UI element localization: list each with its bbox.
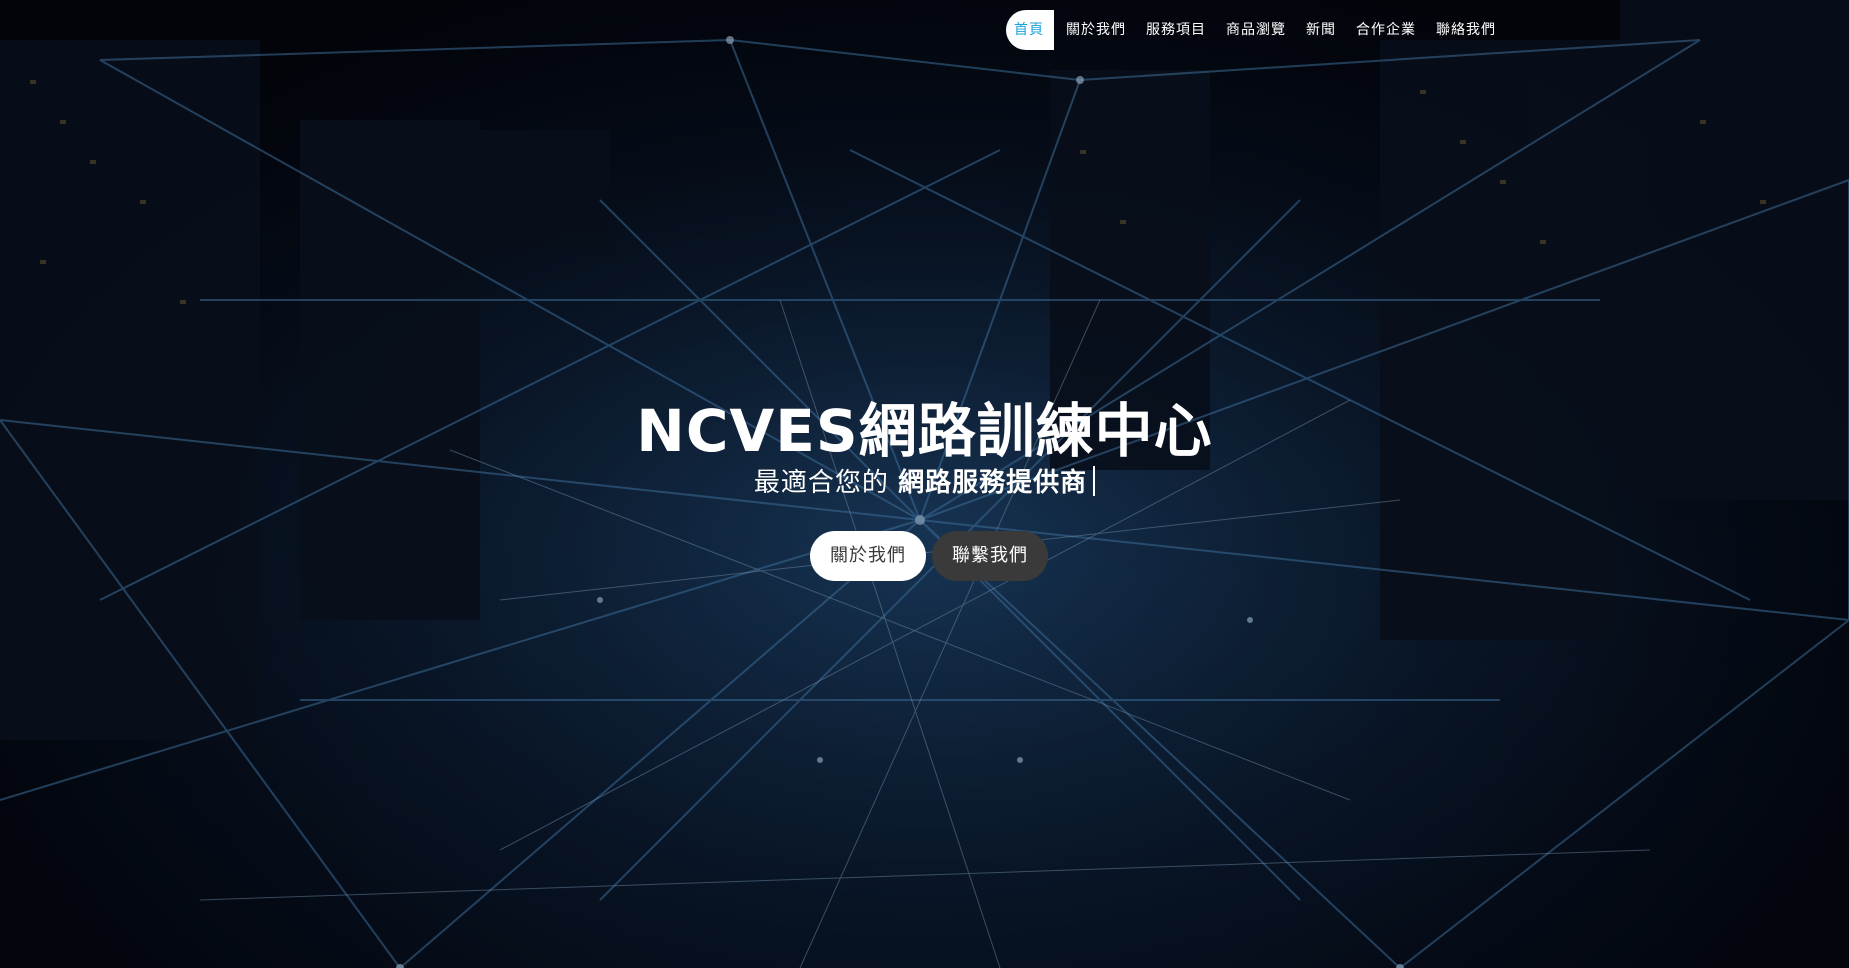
- typing-cursor: [1093, 466, 1096, 496]
- contact-button[interactable]: 聯繫我們: [932, 531, 1048, 581]
- nav-item-partners[interactable]: 合作企業: [1348, 10, 1424, 50]
- nav-item-products[interactable]: 商品瀏覽: [1218, 10, 1294, 50]
- hero-subtitle-prefix: 最適合您的: [753, 468, 899, 498]
- hero-actions: 關於我們 聯繫我們: [810, 531, 1048, 581]
- hero-subtitle-highlight: 網路服務提供商: [898, 468, 1088, 498]
- nav-item-home[interactable]: 首頁: [1006, 10, 1054, 50]
- main-nav: 首頁 關於我們 服務項目 商品瀏覽 新聞 合作企業 聯絡我們: [1006, 10, 1504, 50]
- hero-subtitle: 最適合您的 網路服務提供商: [0, 462, 1849, 499]
- nav-item-about[interactable]: 關於我們: [1058, 10, 1134, 50]
- nav-item-services[interactable]: 服務項目: [1138, 10, 1214, 50]
- nav-item-news[interactable]: 新聞: [1298, 10, 1344, 50]
- nav-item-contact[interactable]: 聯絡我們: [1428, 10, 1504, 50]
- hero-title: NCVES網路訓練中心: [636, 397, 1213, 465]
- about-button[interactable]: 關於我們: [810, 531, 926, 581]
- hero-section: 首頁 關於我們 服務項目 商品瀏覽 新聞 合作企業 聯絡我們 NCVES網路訓練…: [0, 0, 1849, 968]
